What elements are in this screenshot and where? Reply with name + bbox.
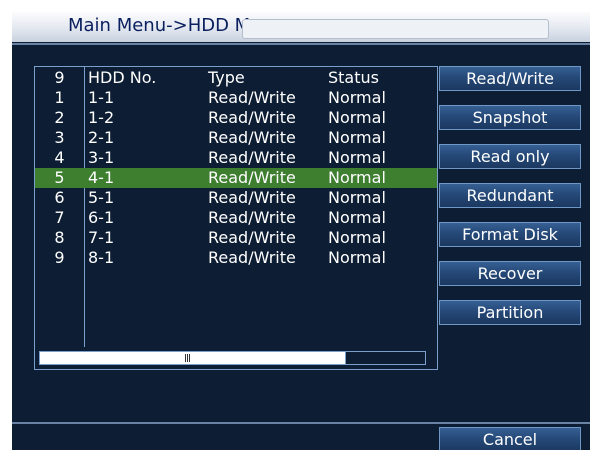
table-row[interactable]: 6 5-1 Read/Write Normal bbox=[35, 188, 437, 208]
row-hdd-no: 1-2 bbox=[88, 108, 115, 127]
row-status: Normal bbox=[328, 108, 386, 127]
row-hdd-no: 3-1 bbox=[88, 148, 115, 167]
row-status: Normal bbox=[328, 148, 386, 167]
table-row[interactable]: 1 1-1 Read/Write Normal bbox=[35, 88, 437, 108]
row-status: Normal bbox=[328, 168, 386, 187]
row-status: Normal bbox=[328, 188, 386, 207]
row-type: Read/Write bbox=[208, 228, 296, 247]
table-row[interactable]: 2 1-2 Read/Write Normal bbox=[35, 108, 437, 128]
row-status: Normal bbox=[328, 248, 386, 267]
title-bar: Main Menu->HDD Manage bbox=[12, 12, 590, 42]
format-disk-button[interactable]: Format Disk bbox=[439, 222, 581, 247]
row-index: 8 bbox=[54, 228, 65, 247]
snapshot-button[interactable]: Snapshot bbox=[439, 105, 581, 130]
hdd-manage-window: Main Menu->HDD Manage 9 HDD No. Type Sta… bbox=[12, 12, 590, 450]
table-row[interactable]: 4 3-1 Read/Write Normal bbox=[35, 148, 437, 168]
recover-button[interactable]: Recover bbox=[439, 261, 581, 286]
row-type: Read/Write bbox=[208, 168, 296, 187]
row-hdd-no: 2-1 bbox=[88, 128, 115, 147]
title-tab-box bbox=[242, 19, 549, 39]
horizontal-scrollbar[interactable] bbox=[39, 351, 426, 365]
scroll-grip-icon bbox=[185, 354, 191, 362]
table-row[interactable]: 7 6-1 Read/Write Normal bbox=[35, 208, 437, 228]
row-status: Normal bbox=[328, 88, 386, 107]
row-status: Normal bbox=[328, 228, 386, 247]
row-type: Read/Write bbox=[208, 188, 296, 207]
row-hdd-no: 4-1 bbox=[88, 168, 115, 187]
row-index: 6 bbox=[54, 188, 65, 207]
row-status: Normal bbox=[328, 128, 386, 147]
row-type: Read/Write bbox=[208, 88, 296, 107]
table-row[interactable]: 9 8-1 Read/Write Normal bbox=[35, 248, 437, 268]
partition-button[interactable]: Partition bbox=[439, 300, 581, 325]
row-hdd-no: 7-1 bbox=[88, 228, 115, 247]
table-header: 9 HDD No. Type Status bbox=[35, 68, 437, 88]
row-hdd-no: 5-1 bbox=[88, 188, 115, 207]
row-type: Read/Write bbox=[208, 128, 296, 147]
row-index: 9 bbox=[54, 248, 65, 267]
row-type: Read/Write bbox=[208, 148, 296, 167]
scrollbar-thumb[interactable] bbox=[40, 352, 346, 364]
table-row[interactable]: 5 4-1 Read/Write Normal bbox=[35, 168, 437, 188]
row-hdd-no: 1-1 bbox=[88, 88, 115, 107]
row-index: 7 bbox=[54, 208, 65, 227]
row-type: Read/Write bbox=[208, 248, 296, 267]
row-index: 4 bbox=[54, 148, 65, 167]
row-index: 1 bbox=[54, 88, 65, 107]
row-index: 5 bbox=[54, 168, 65, 187]
row-index: 3 bbox=[54, 128, 65, 147]
column-header-status: Status bbox=[328, 68, 379, 87]
row-hdd-no: 6-1 bbox=[88, 208, 115, 227]
row-status: Normal bbox=[328, 208, 386, 227]
table-row[interactable]: 3 2-1 Read/Write Normal bbox=[35, 128, 437, 148]
column-header-index: 9 bbox=[54, 68, 65, 87]
hdd-table: 9 HDD No. Type Status 1 1-1 Read/Write Norm… bbox=[34, 66, 438, 370]
table-row[interactable]: 8 7-1 Read/Write Normal bbox=[35, 228, 437, 248]
column-header-type: Type bbox=[208, 68, 245, 87]
read-write-button[interactable]: Read/Write bbox=[439, 66, 581, 91]
row-index: 2 bbox=[54, 108, 65, 127]
bottom-divider bbox=[12, 422, 590, 424]
title-divider bbox=[12, 43, 590, 45]
redundant-button[interactable]: Redundant bbox=[439, 183, 581, 208]
row-type: Read/Write bbox=[208, 208, 296, 227]
read-only-button[interactable]: Read only bbox=[439, 144, 581, 169]
row-hdd-no: 8-1 bbox=[88, 248, 115, 267]
row-type: Read/Write bbox=[208, 108, 296, 127]
column-header-hdd-no: HDD No. bbox=[88, 68, 157, 87]
cancel-button[interactable]: Cancel bbox=[439, 427, 581, 450]
